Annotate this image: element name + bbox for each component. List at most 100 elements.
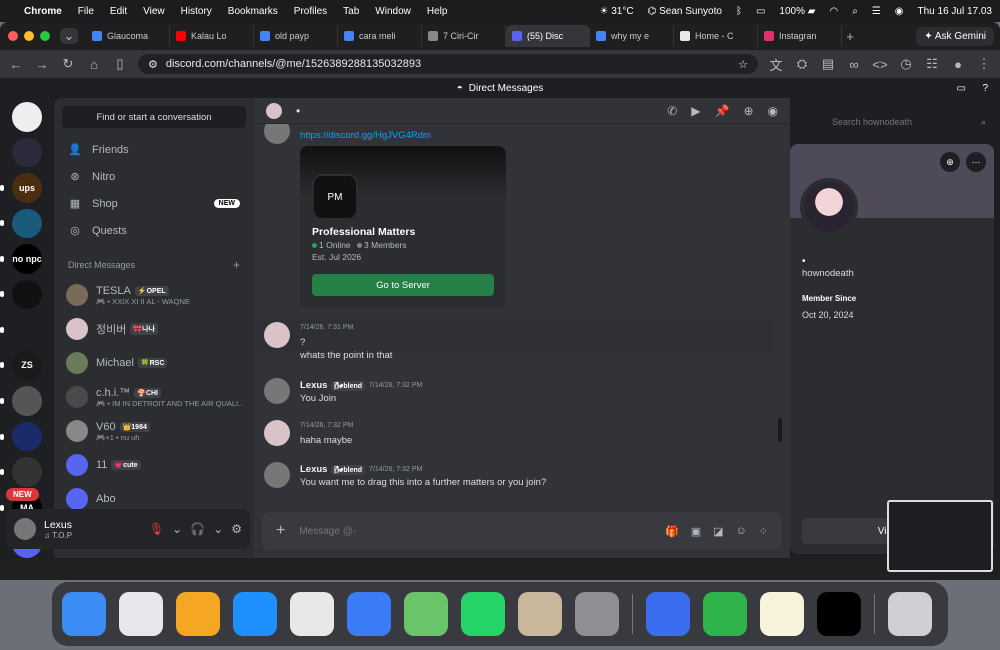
launchpad-icon[interactable] [119,592,163,636]
whatsapp-icon[interactable] [461,592,505,636]
add-friend-icon[interactable]: ⊕ [940,152,960,172]
nav-item-nitro[interactable]: ⊛ Nitro [54,163,254,190]
browser-tab[interactable]: old payp [254,25,338,47]
message-input[interactable] [299,525,652,537]
maps-icon[interactable] [404,592,448,636]
incognito-icon[interactable]: ⛭ [794,56,810,72]
server-icon-item[interactable]: no npc [0,244,42,274]
devtools-icon[interactable]: <> [872,57,888,72]
inbox-icon[interactable]: ▭ [957,83,966,94]
message-avatar[interactable] [264,124,290,144]
browser-tab[interactable]: Home - C [674,25,758,47]
browser-tab[interactable]: why my e [590,25,674,47]
settings-icon[interactable] [575,592,619,636]
server-icon-item[interactable] [12,137,42,168]
menu-bookmarks[interactable]: Bookmarks [228,6,278,17]
forward-icon[interactable]: → [34,57,50,72]
menu-help[interactable]: Help [427,6,448,17]
menu-tab[interactable]: Tab [343,6,359,17]
invite-link[interactable]: https://discord.gg/HgJVG4Rdm [300,130,431,141]
close-window-button[interactable] [8,31,18,41]
spotify-icon[interactable] [817,592,861,636]
menu-window[interactable]: Window [375,6,411,17]
translate-icon[interactable]: 文 [768,55,784,74]
dm-item[interactable]: Michael 🍀RSC [54,346,254,380]
dm-item[interactable]: TESLA ⚡OPEL 🎮 • XXIX XI II AL - WAQNE [54,278,254,312]
extension-icon[interactable]: ▤ [820,56,836,72]
notes-icon[interactable] [760,592,804,636]
mute-mic-icon[interactable]: 🎙 [149,522,164,536]
settings-gear-icon[interactable]: ⚙ [231,522,242,536]
browser-tab[interactable]: Glaucoma [86,25,170,47]
clock[interactable]: Thu 16 Jul 17.03 [918,6,993,17]
ask-gemini-button[interactable]: ✦ Ask Gemini [916,26,994,46]
home-icon[interactable]: ⌂ [86,57,102,72]
server-icon-item[interactable] [0,208,42,239]
dm-item[interactable]: c.h.i.™ 🍄CHI 🎮 • IM IN DETROIT AND THE AIR… [54,380,254,414]
new-tab-button[interactable]: + [842,29,858,44]
voice-call-icon[interactable]: ✆ [667,104,677,118]
browser-tab[interactable]: 7 Ciri-Cir [422,25,506,47]
add-friends-to-dm-icon[interactable]: ⊕ [743,104,753,118]
apps-icon[interactable]: ⁘ [759,525,768,538]
user-avatar[interactable] [14,518,36,540]
menu-view[interactable]: View [143,6,165,17]
url-field[interactable]: ⚙ discord.com/channels/@me/1526389288135… [138,54,758,74]
control-center-icon[interactable]: ☰ [872,6,881,17]
message-avatar[interactable] [264,462,290,488]
more-options-icon[interactable]: ⋯ [966,152,986,172]
sidepanel-icon[interactable]: ▯ [112,56,128,72]
attach-plus-icon[interactable]: + [276,522,285,540]
menu-file[interactable]: File [78,6,94,17]
menu-profiles[interactable]: Profiles [294,6,327,17]
screen-icon[interactable]: ▭ [756,6,765,17]
server-icon-item[interactable] [0,457,42,487]
roblox-icon[interactable] [646,592,690,636]
message-avatar[interactable] [264,378,290,404]
profile-avatar-icon[interactable]: ● [950,57,966,72]
dm-item[interactable]: 11 💗cute [54,448,254,482]
scrollbar[interactable] [778,418,782,442]
server-icon-item[interactable]: ups [0,173,42,203]
message-avatar[interactable] [264,420,290,446]
server-icon-item[interactable] [0,421,42,452]
mail-icon[interactable] [347,592,391,636]
browser-tab[interactable]: Instagran [758,25,842,47]
siri-icon[interactable]: ◉ [895,6,904,17]
battery-status[interactable]: 100% ▰ [779,6,815,17]
gift-icon[interactable]: 🎁 [665,525,679,538]
wifi-icon[interactable]: ◠ [829,6,838,17]
server-icon-item[interactable] [0,279,42,310]
create-dm-button[interactable]: + [233,258,240,272]
app-menu[interactable]: Chrome [24,6,62,17]
safari-icon[interactable] [233,592,277,636]
dm-item[interactable]: 정비버 🎀나나 [54,312,254,346]
nav-item-friends[interactable]: 👤 Friends [54,136,254,163]
dm-item[interactable]: V60 👑1984 🎮+1 • nu uh [54,414,254,448]
reading-list-icon[interactable]: ☷ [924,56,940,72]
server-icon-item[interactable] [0,386,42,416]
go-to-server-button[interactable]: Go to Server [312,274,494,296]
menu-edit[interactable]: Edit [110,6,127,17]
weather-status[interactable]: ☀ 31°C [600,6,634,17]
minimize-window-button[interactable] [24,31,34,41]
server-icon-item[interactable] [12,102,42,132]
history-icon[interactable]: ◷ [898,56,914,72]
finder-icon[interactable] [62,592,106,636]
mic-options-icon[interactable]: ⌄ [172,522,182,536]
bookmark-star-icon[interactable]: ☆ [738,58,748,71]
headphones-icon[interactable]: 🎧 [190,522,205,536]
browser-tab[interactable]: (55) Disc [506,25,590,47]
help-icon[interactable]: ? [982,83,988,94]
link-icon[interactable]: ∞ [846,57,862,72]
sticker-icon[interactable]: ◪ [713,525,723,538]
menu-history[interactable]: History [181,6,212,17]
zoom-window-button[interactable] [40,31,50,41]
nav-item-shop[interactable]: ▦ Shop NEW [54,190,254,217]
browser-tab[interactable]: cara meli [338,25,422,47]
pages-icon[interactable] [176,592,220,636]
server-icon-item[interactable] [0,315,42,345]
menu-kebab-icon[interactable]: ⋮ [976,56,992,72]
search-icon[interactable]: ⌕ [981,117,986,128]
message-avatar[interactable] [264,322,290,348]
